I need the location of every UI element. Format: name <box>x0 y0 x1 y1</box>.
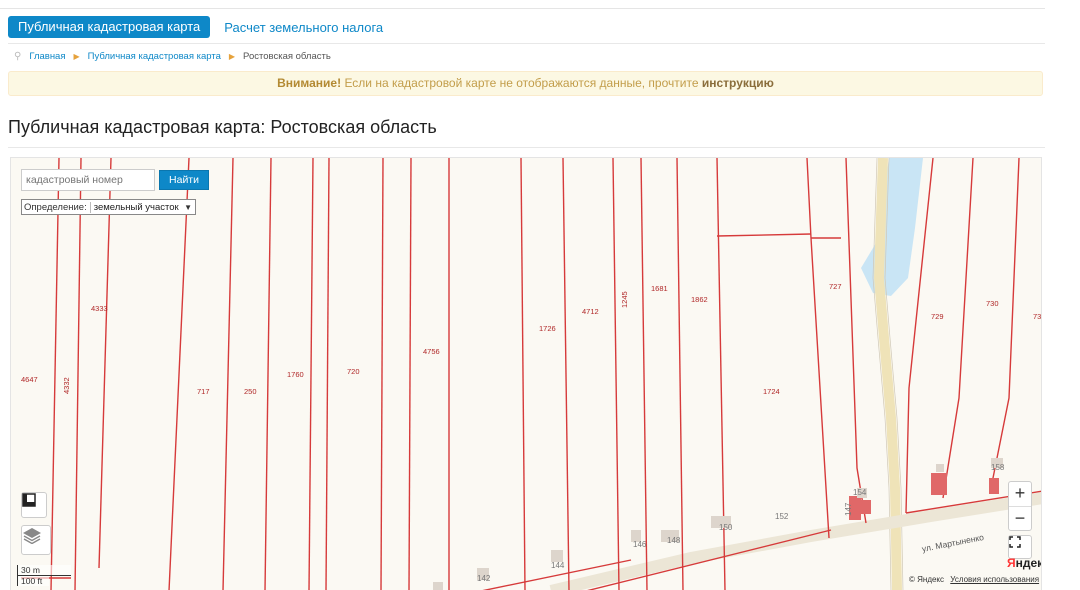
parcel-label: 1760 <box>287 370 304 379</box>
page-title: Публичная кадастровая карта: Ростовская … <box>8 117 437 137</box>
top-divider <box>0 8 1045 9</box>
search-form: Найти <box>21 169 209 191</box>
chevron-right-icon: ▶ <box>228 52 236 61</box>
parcel-label: 1681 <box>651 284 668 293</box>
terms-link[interactable]: Условия использования <box>950 575 1039 584</box>
parcel-label: 144 <box>551 561 565 570</box>
tabs-divider <box>8 43 1045 44</box>
parcel-label: 1862 <box>691 295 708 304</box>
parcel-label: 148 <box>667 536 681 545</box>
warning-alert: Внимание! Если на кадастровой карте не о… <box>8 71 1043 96</box>
zoom-control: + − <box>1008 481 1032 531</box>
chevron-right-icon: ▶ <box>73 52 80 61</box>
parcel-label: 4647 <box>21 375 38 384</box>
cadastral-map[interactable]: 4647 4332 4333 717 250 1760 720 4756 1726 4712 124… <box>10 157 1042 590</box>
parcel-label: 4332 <box>62 377 71 394</box>
definition-label: Определение: <box>24 201 87 213</box>
alert-text: Если на кадастровой карте не отображаютс… <box>344 76 699 90</box>
scale-bar: 30 m 100 ft <box>17 565 71 586</box>
parcel-label: 717 <box>197 387 210 396</box>
ruler-button[interactable] <box>21 492 47 518</box>
definition-value: земельный участок <box>89 201 184 213</box>
layers-button[interactable] <box>21 525 51 555</box>
parcel-label: 250 <box>244 387 257 396</box>
yandex-logo: Яндекс <box>1007 556 1041 570</box>
breadcrumb: ⚲ Главная ▶ Публичная кадастровая карта … <box>14 51 331 62</box>
parcel-label: 142 <box>477 574 491 583</box>
layers-icon <box>23 528 41 544</box>
parcel-label: 729 <box>931 312 944 321</box>
fullscreen-icon <box>1009 536 1021 548</box>
find-button[interactable]: Найти <box>159 170 209 190</box>
parcel-label: 146 <box>633 540 647 549</box>
parcel-label: 154 <box>853 488 867 497</box>
parcel-label: 4756 <box>423 347 440 356</box>
parcel-label: 730 <box>986 299 999 308</box>
parcel-label: 1724 <box>763 387 780 396</box>
scale-meters: 30 m <box>17 565 71 576</box>
alert-strong: Внимание! <box>277 76 342 90</box>
instruction-link[interactable]: инструкцию <box>702 76 774 90</box>
nav-tabs: Публичная кадастровая карта Расчет земел… <box>8 16 383 38</box>
parcel-label: 152 <box>775 512 789 521</box>
map-attribution: © Яндекс Условия использования <box>909 575 1039 584</box>
parcel-label: 4712 <box>582 307 599 316</box>
parcel-label: 1245 <box>620 291 629 308</box>
definition-select[interactable]: Определение: земельный участок ▼ <box>21 199 196 215</box>
zoom-in-button[interactable]: + <box>1009 482 1031 506</box>
breadcrumb-map[interactable]: Публичная кадастровая карта <box>88 51 221 62</box>
tab-cadastral-map[interactable]: Публичная кадастровая карта <box>8 16 211 38</box>
map-canvas: 4647 4332 4333 717 250 1760 720 4756 1726 4712 124… <box>21 158 1041 590</box>
water-area <box>861 158 923 296</box>
title-divider <box>8 147 1045 148</box>
scale-feet: 100 ft <box>17 576 49 586</box>
chevron-down-icon: ▼ <box>184 202 192 212</box>
breadcrumb-current: Ростовская область <box>243 51 331 62</box>
parcel-label: 4333 <box>91 304 108 313</box>
parcel-label: 1726 <box>539 324 556 333</box>
parcel-label: 73 <box>1033 312 1041 321</box>
cadastral-number-input[interactable] <box>21 169 155 191</box>
tab-land-tax[interactable]: Расчет земельного налога <box>224 20 383 35</box>
zoom-out-button[interactable]: − <box>1009 506 1031 531</box>
parcel-label: 158 <box>991 463 1005 472</box>
parcel-label: 147 <box>844 502 853 516</box>
copyright-text: © Яндекс <box>909 575 945 584</box>
ruler-icon <box>22 493 36 507</box>
parcel-label: 150 <box>719 523 733 532</box>
parcel-label: 720 <box>347 367 360 376</box>
breadcrumb-home[interactable]: Главная <box>29 51 65 62</box>
parcel-label: 727 <box>829 282 842 291</box>
location-pin-icon: ⚲ <box>14 51 22 62</box>
